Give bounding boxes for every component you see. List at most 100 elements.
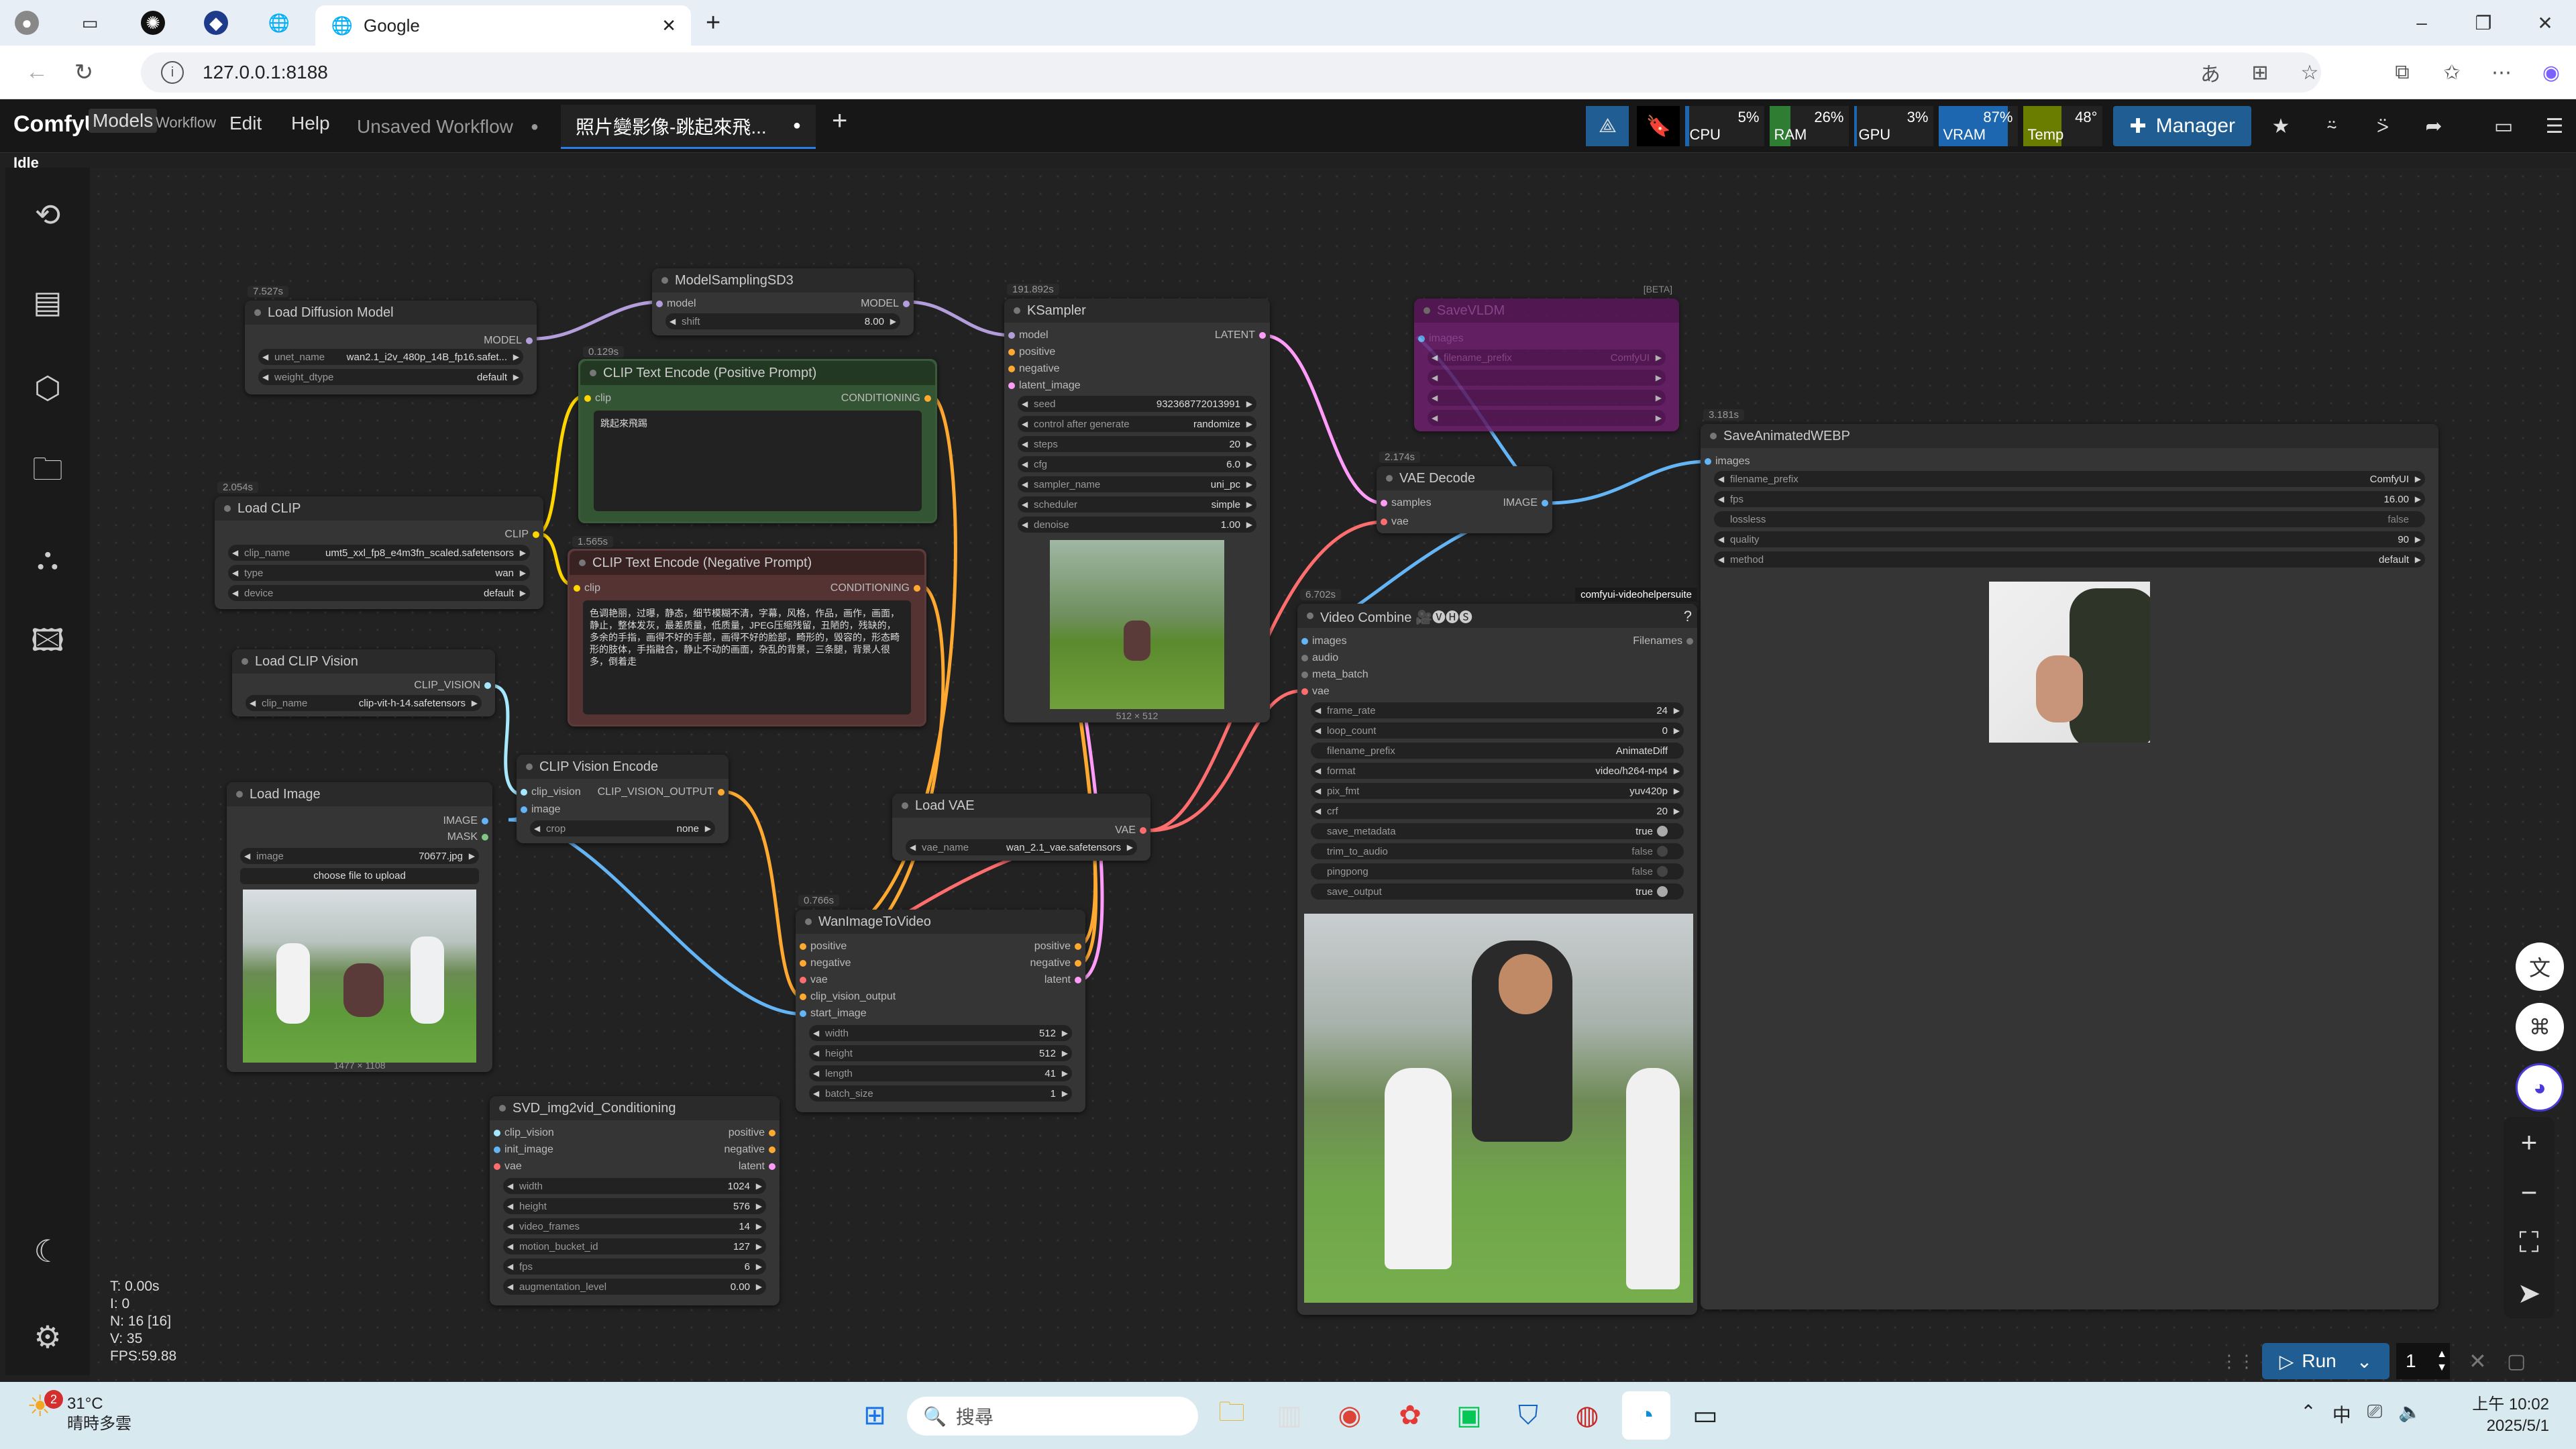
output-clip[interactable]: CLIP bbox=[504, 528, 539, 541]
menu-edit[interactable]: Edit bbox=[229, 113, 262, 134]
output-negative[interactable]: negative bbox=[1030, 957, 1081, 970]
add-workflow-button[interactable]: + bbox=[832, 106, 847, 136]
widget-vae-name[interactable]: vae_namewan_2.1_vae.safetensors bbox=[906, 839, 1137, 855]
zoom-in-icon[interactable]: + bbox=[2504, 1117, 2555, 1167]
terminal-icon[interactable]: ▭ bbox=[1681, 1391, 1729, 1440]
fit-view-icon[interactable]: ⛶ bbox=[2504, 1218, 2555, 1268]
manager-button[interactable]: ✚ Manager bbox=[2113, 106, 2251, 146]
input-negative[interactable]: negative bbox=[1008, 362, 1060, 376]
output-model[interactable]: MODEL bbox=[861, 297, 910, 311]
widget-motion-bucket-id[interactable]: motion_bucket_id127 bbox=[503, 1238, 766, 1254]
node-title[interactable]: Load Image bbox=[227, 782, 492, 806]
zoom-out-icon[interactable]: − bbox=[2504, 1167, 2555, 1218]
node-title[interactable]: ModelSamplingSD3 bbox=[652, 268, 914, 292]
input-images[interactable]: images bbox=[1705, 455, 1750, 468]
widget-quality[interactable]: quality90 bbox=[1714, 531, 2425, 547]
node-model-sampling-sd3[interactable]: ModelSamplingSD3 model MODEL shift8.00 bbox=[652, 268, 914, 335]
widget-clip-name[interactable]: clip_nameumt5_xxl_fp8_e4m3fn_scaled.safe… bbox=[228, 545, 530, 561]
queue-panel-icon[interactable]: ▢ bbox=[2507, 1350, 2526, 1373]
output-image[interactable]: IMAGE bbox=[1503, 496, 1548, 510]
taskbar-clock[interactable]: 上午 10:02 2025/5/1 bbox=[2472, 1394, 2549, 1437]
copilot-icon[interactable]: ◉ bbox=[2526, 52, 2576, 93]
chevron-down-icon[interactable]: ⌄ bbox=[2357, 1350, 2372, 1373]
node-ksampler[interactable]: 191.892s KSampler model positive negativ… bbox=[1004, 284, 1270, 722]
output-latent[interactable]: latent bbox=[739, 1160, 775, 1173]
node-load-diffusion-model[interactable]: 7.527s Load Diffusion Model MODEL unet_n… bbox=[245, 286, 537, 394]
output-positive[interactable]: positive bbox=[729, 1126, 775, 1140]
restore-button[interactable]: ❐ bbox=[2453, 0, 2514, 46]
widget-control-after-generate[interactable]: control after generaterandomize bbox=[1018, 416, 1256, 432]
widget-bypassed[interactable] bbox=[1428, 370, 1666, 386]
chevron-up-icon[interactable]: ⌃ bbox=[2300, 1401, 2316, 1428]
widget-width[interactable]: width512 bbox=[809, 1025, 1072, 1041]
widget-augmentation-level[interactable]: augmentation_level0.00 bbox=[503, 1279, 766, 1295]
node-clip-text-encode-negative[interactable]: 1.565s CLIP Text Encode (Negative Prompt… bbox=[568, 536, 926, 727]
widget-length[interactable]: length41 bbox=[809, 1065, 1072, 1081]
input-images[interactable]: images bbox=[1418, 332, 1464, 345]
widget-fps[interactable]: fps16.00 bbox=[1714, 491, 2425, 507]
input-vae[interactable]: vae bbox=[800, 973, 828, 987]
comfy-org-icon[interactable]: ⟁ bbox=[1586, 106, 1629, 146]
node-title[interactable]: VAE Decode bbox=[1377, 466, 1552, 490]
output-vae[interactable]: VAE bbox=[1115, 824, 1146, 837]
widget-method[interactable]: methoddefault bbox=[1714, 551, 2425, 568]
input-negative[interactable]: negative bbox=[800, 957, 851, 970]
output-latent[interactable]: latent bbox=[1044, 973, 1081, 987]
assistant-float-button[interactable]: ◕ bbox=[2516, 1063, 2564, 1112]
node-title[interactable]: Load CLIP bbox=[215, 496, 543, 521]
share-icon[interactable]: ➦ bbox=[2412, 106, 2455, 146]
toggle-save-metadata[interactable]: save_metadata true bbox=[1311, 823, 1684, 839]
edge-icon[interactable]: ◔ bbox=[1622, 1391, 1670, 1440]
widget-sampler-name[interactable]: sampler_nameuni_pc bbox=[1018, 476, 1256, 492]
browser-tab-globe[interactable]: 🌐 bbox=[252, 5, 315, 40]
settings-gear-icon[interactable]: ⚙ bbox=[31, 1320, 64, 1354]
bookmark-icon[interactable]: 🔖 bbox=[1637, 106, 1680, 146]
node-bypassed-save[interactable]: SaveVLDM [BETA] images filename_prefixCo… bbox=[1414, 284, 1679, 431]
widget-steps[interactable]: steps20 bbox=[1018, 436, 1256, 452]
ime-indicator[interactable]: 中 bbox=[2332, 1401, 2351, 1428]
node-load-vae[interactable]: Load VAE VAE vae_namewan_2.1_vae.safeten… bbox=[892, 794, 1150, 861]
hamburger-icon[interactable]: ☰ bbox=[2533, 106, 2576, 146]
app-icon[interactable]: ▥ bbox=[1265, 1391, 1313, 1440]
widget-filename-prefix[interactable]: filename_prefixComfyUI bbox=[1714, 471, 2425, 487]
input-vae[interactable]: vae bbox=[1301, 685, 1330, 698]
extensions-icon[interactable]: ⧉ bbox=[2377, 52, 2427, 93]
queue-list-icon[interactable]: ▤ bbox=[31, 284, 64, 319]
theme-moon-icon[interactable]: ☾ bbox=[31, 1234, 64, 1269]
queue-count-input[interactable]: 1 ▲ ▼ bbox=[2396, 1343, 2450, 1379]
widget-clip-name[interactable]: clip_nameclip-vit-h-14.safetensors bbox=[246, 695, 482, 711]
widget-filename-prefix[interactable]: filename_prefix AnimateDiff bbox=[1311, 743, 1684, 759]
apps-float-button[interactable]: ⌘ bbox=[2516, 1003, 2564, 1051]
minimize-button[interactable]: – bbox=[2391, 0, 2453, 46]
model-library-icon[interactable]: ⬡ bbox=[31, 370, 64, 405]
output-conditioning[interactable]: CONDITIONING bbox=[841, 392, 931, 405]
input-clip[interactable]: clip bbox=[574, 582, 600, 595]
widget-seed[interactable]: seed932368772013991 bbox=[1018, 396, 1256, 412]
node-title[interactable]: Load VAE bbox=[892, 794, 1150, 818]
node-title[interactable]: SaveAnimatedWEBP bbox=[1701, 424, 2438, 448]
panel-toggle-icon[interactable]: ▭ bbox=[2482, 106, 2525, 146]
widget-scheduler[interactable]: schedulersimple bbox=[1018, 496, 1256, 513]
widget-type[interactable]: typewan bbox=[228, 565, 530, 581]
input-model[interactable]: model bbox=[1008, 329, 1049, 342]
widget-device[interactable]: devicedefault bbox=[228, 585, 530, 601]
input-latent-image[interactable]: latent_image bbox=[1008, 379, 1081, 392]
node-title[interactable]: CLIP Text Encode (Negative Prompt) bbox=[570, 551, 924, 575]
widget-video-frames[interactable]: video_frames14 bbox=[503, 1218, 766, 1234]
translate-icon[interactable]: あ bbox=[2186, 52, 2235, 93]
input-audio[interactable]: audio bbox=[1301, 651, 1338, 665]
output-latent[interactable]: LATENT bbox=[1215, 329, 1266, 342]
menu-workflow[interactable]: Workflow bbox=[156, 114, 216, 131]
app-red-icon[interactable]: ✿ bbox=[1386, 1391, 1434, 1440]
toggle-trim-to-audio[interactable]: trim_to_audio false bbox=[1311, 843, 1684, 859]
widget-crop[interactable]: cropnone bbox=[530, 820, 715, 837]
node-vae-decode[interactable]: 2.174s VAE Decode samples vae IMAGE bbox=[1377, 451, 1552, 533]
close-icon[interactable]: ✕ bbox=[661, 15, 676, 36]
app-red-circle-icon[interactable]: ◍ bbox=[1563, 1391, 1611, 1440]
widget-batch-size[interactable]: batch_size1 bbox=[809, 1085, 1072, 1102]
output-positive[interactable]: positive bbox=[1034, 940, 1081, 953]
input-vae[interactable]: vae bbox=[494, 1160, 522, 1173]
line-icon[interactable]: ▣ bbox=[1445, 1391, 1493, 1440]
address-bar[interactable]: i 127.0.0.1:8188 bbox=[141, 52, 2321, 93]
node-clip-text-encode-positive[interactable]: 0.129s CLIP Text Encode (Positive Prompt… bbox=[578, 346, 937, 523]
